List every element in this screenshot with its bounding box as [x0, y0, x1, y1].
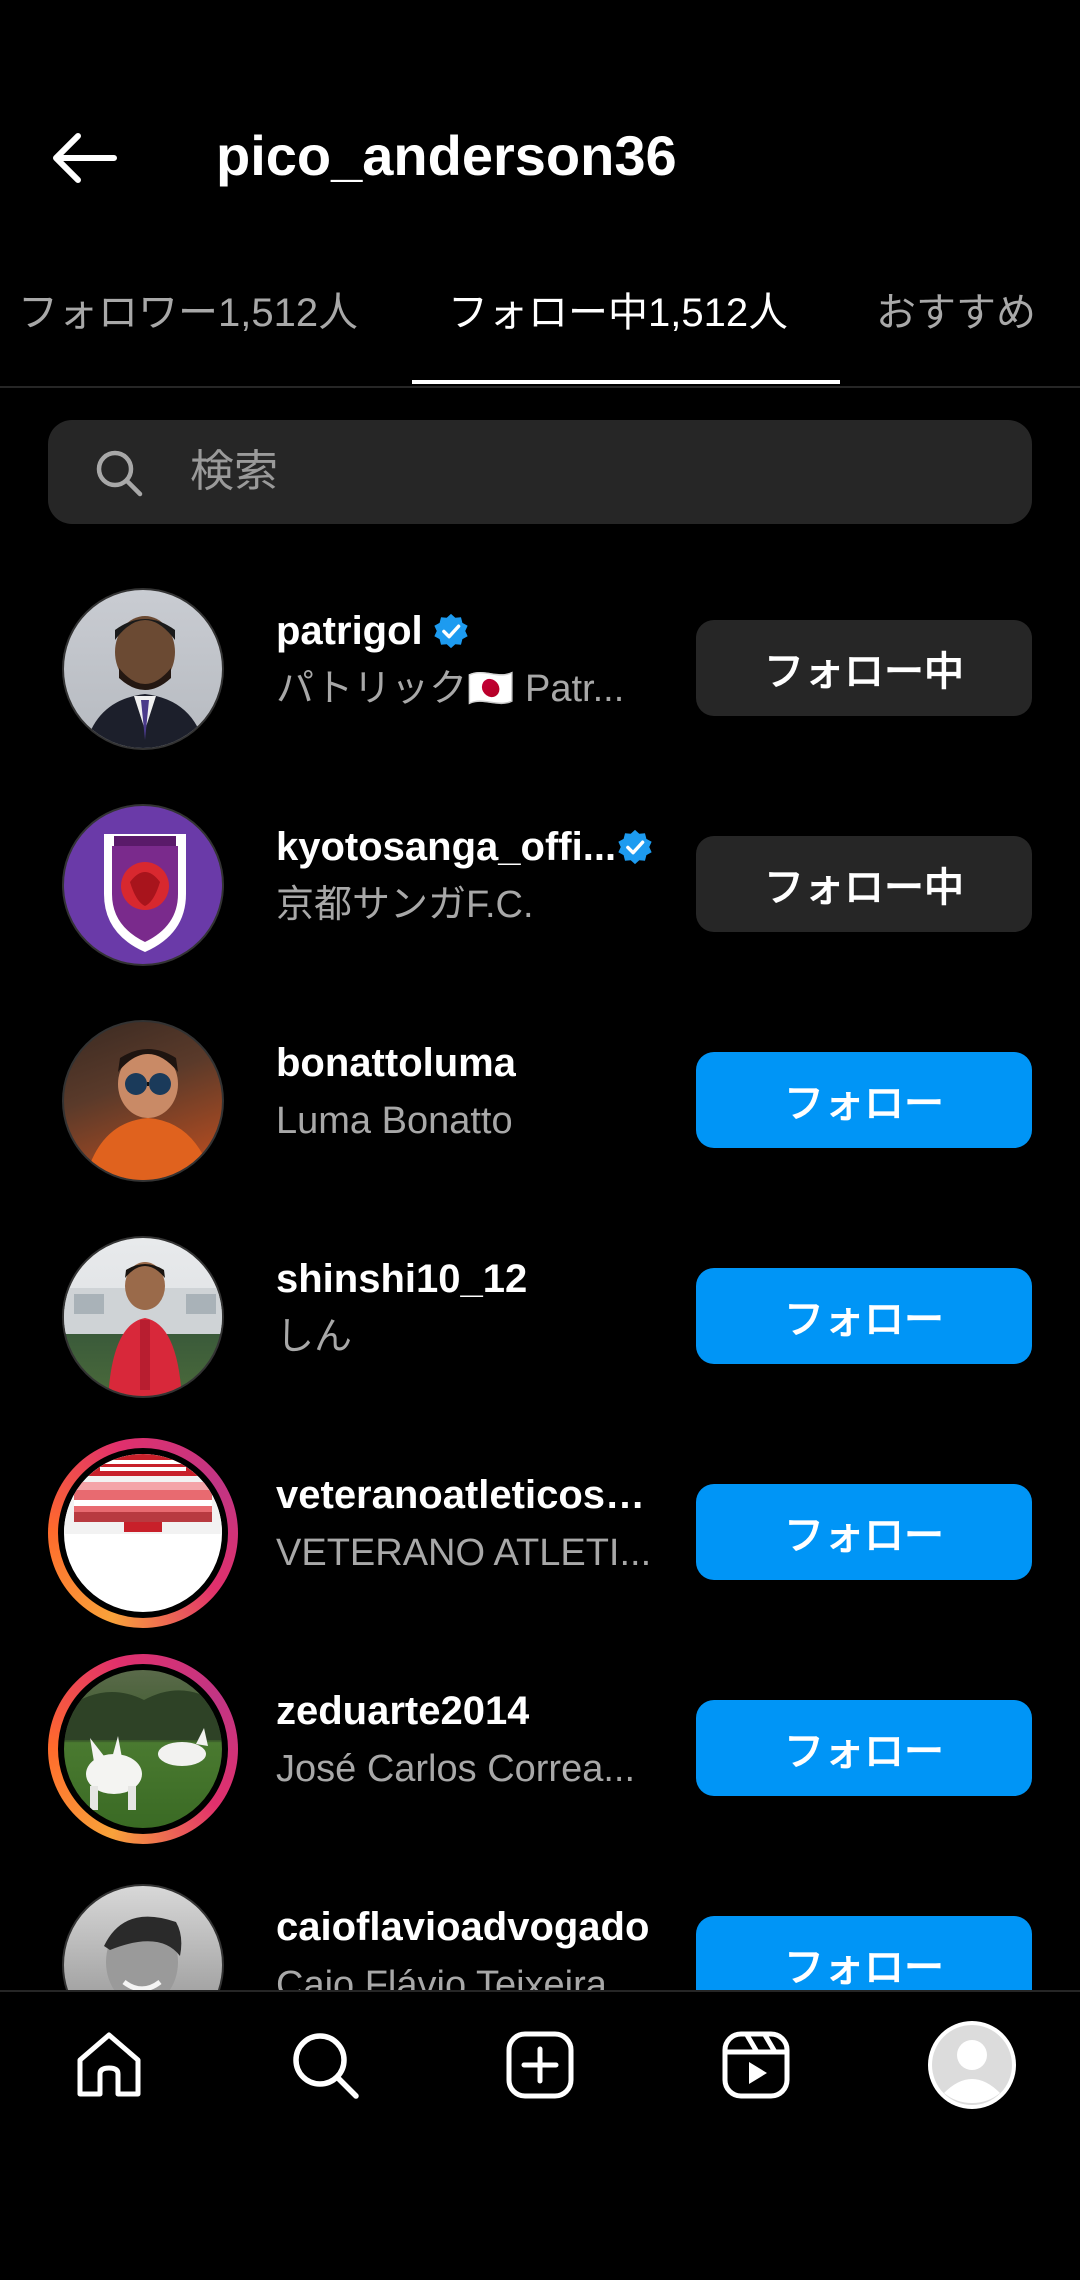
back-button[interactable]: [38, 118, 128, 198]
nav-home[interactable]: [64, 2020, 154, 2110]
follow-button[interactable]: フォロー: [696, 1268, 1032, 1364]
create-post-icon: [506, 2031, 574, 2099]
follow-button[interactable]: フォロー: [696, 1052, 1032, 1148]
profile-avatar-icon: [928, 2021, 1016, 2109]
nav-search[interactable]: [280, 2020, 370, 2110]
list-item[interactable]: caioflavioadvogado Caio Flávio Teixeira.…: [0, 1856, 1080, 1990]
search-icon: [96, 450, 143, 497]
avatar[interactable]: [56, 1878, 230, 1990]
verified-badge-icon: [434, 613, 468, 649]
tab-bar: フォロワー1,512人 フォロー中1,512人 おすすめ: [0, 278, 1080, 388]
avatar[interactable]: [56, 582, 230, 756]
page-title: pico_anderson36: [216, 124, 677, 187]
following-button[interactable]: フォロー中: [696, 620, 1032, 716]
account-fullname: Caio Flávio Teixeira...: [276, 1964, 639, 1990]
list-item[interactable]: veteranoatleticosa... VETERANO ATLETI...…: [0, 1424, 1080, 1640]
nav-profile[interactable]: [927, 2020, 1017, 2110]
account-fullname: José Carlos Correa...: [276, 1748, 636, 1790]
reels-icon: [722, 2031, 790, 2099]
account-username[interactable]: bonattoluma: [276, 1038, 516, 1088]
account-username[interactable]: veteranoatleticosa...: [276, 1470, 656, 1520]
account-username[interactable]: shinshi10_12: [276, 1254, 527, 1304]
search-icon: [293, 2033, 359, 2099]
account-fullname: VETERANO ATLETI...: [276, 1532, 652, 1574]
active-tab-indicator: [412, 380, 840, 384]
nav-reels[interactable]: [711, 2020, 801, 2110]
avatar[interactable]: [56, 1230, 230, 1404]
list-item[interactable]: patrigol パトリック🇯🇵 Patr... フォロー中: [0, 560, 1080, 776]
avatar[interactable]: [56, 798, 230, 972]
list-item[interactable]: kyotosanga_offi... 京都サンガF.C. フォロー中: [0, 776, 1080, 992]
follow-button[interactable]: フォロー: [696, 1700, 1032, 1796]
app-header: pico_anderson36: [0, 0, 1080, 290]
bottom-navigation: [0, 1990, 1080, 2142]
nav-create[interactable]: [495, 2020, 585, 2110]
account-fullname: 京都サンガF.C.: [276, 884, 534, 926]
avatar-with-story-ring[interactable]: [48, 1438, 238, 1628]
account-fullname: しん: [276, 1316, 353, 1358]
list-item[interactable]: bonattoluma Luma Bonatto フォロー: [0, 992, 1080, 1208]
account-fullname: パトリック🇯🇵 Patr...: [276, 668, 625, 710]
avatar-with-story-ring[interactable]: [48, 1654, 238, 1844]
account-username[interactable]: caioflavioadvogado: [276, 1902, 649, 1952]
account-fullname: Luma Bonatto: [276, 1100, 513, 1142]
follow-button[interactable]: フォロー: [696, 1916, 1032, 1990]
account-username[interactable]: kyotosanga_offi...: [276, 822, 616, 872]
verified-badge-icon: [618, 829, 652, 865]
list-item[interactable]: zeduarte2014 José Carlos Correa... フォロー: [0, 1640, 1080, 1856]
tab-following[interactable]: フォロー中1,512人: [448, 278, 788, 386]
account-username[interactable]: zeduarte2014: [276, 1686, 529, 1736]
arrow-left-icon: [53, 133, 117, 183]
tab-suggested[interactable]: おすすめ: [876, 278, 1036, 386]
tab-followers[interactable]: フォロワー1,512人: [18, 278, 358, 386]
list-item[interactable]: shinshi10_12 しん フォロー: [0, 1208, 1080, 1424]
account-username[interactable]: patrigol: [276, 606, 423, 656]
avatar[interactable]: [56, 1014, 230, 1188]
search-bar[interactable]: [48, 420, 1032, 524]
home-icon: [77, 2032, 141, 2097]
following-button[interactable]: フォロー中: [696, 836, 1032, 932]
search-input[interactable]: [190, 420, 990, 524]
follow-button[interactable]: フォロー: [696, 1484, 1032, 1580]
following-list[interactable]: patrigol パトリック🇯🇵 Patr... フォロー中 kyotosang…: [0, 560, 1080, 1990]
